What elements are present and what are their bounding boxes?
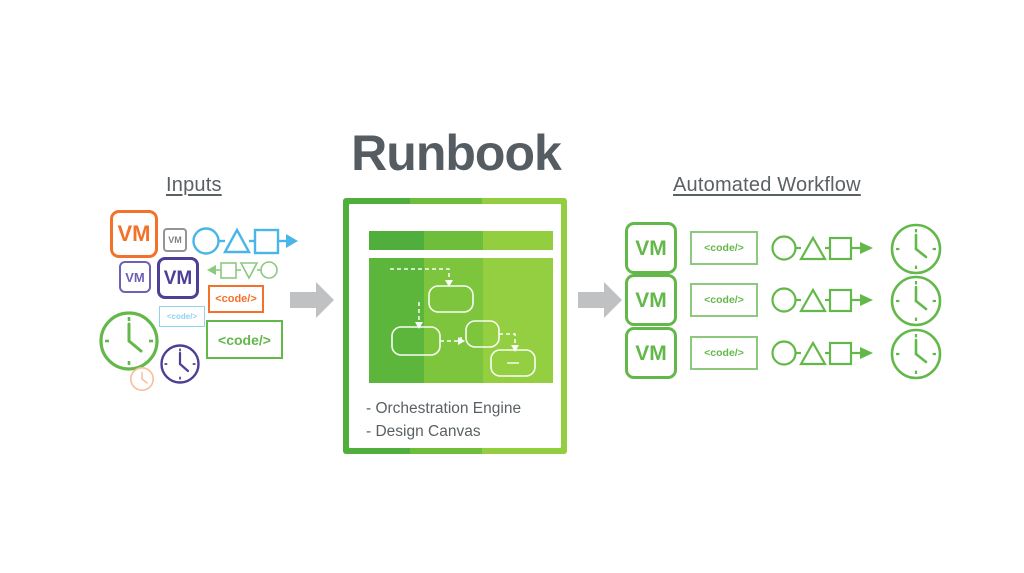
vm-box-green: VM bbox=[625, 274, 677, 326]
clock-icon-green bbox=[890, 275, 942, 327]
clock-icon-green bbox=[890, 328, 942, 380]
flow-shapes-green-icon bbox=[771, 235, 873, 261]
workflow-row-3: VM <code/> bbox=[625, 327, 942, 385]
automated-workflow-cluster: VM <code/> VM <code/> VM <code/> bbox=[0, 0, 1024, 573]
code-box-green: <code/> bbox=[690, 283, 758, 317]
workflow-row-1: VM <code/> bbox=[625, 222, 942, 280]
code-label: <code/> bbox=[704, 293, 744, 306]
vm-box-green: VM bbox=[625, 222, 677, 274]
diagram-canvas: Inputs Runbook Automated Workflow VM VM … bbox=[0, 0, 1024, 573]
code-box-green: <code/> bbox=[690, 231, 758, 265]
vm-label: VM bbox=[635, 341, 667, 365]
code-label: <code/> bbox=[704, 346, 744, 359]
flow-shapes-green-icon bbox=[771, 287, 873, 313]
code-label: <code/> bbox=[704, 241, 744, 254]
vm-label: VM bbox=[635, 236, 667, 260]
vm-label: VM bbox=[635, 288, 667, 312]
workflow-row-2: VM <code/> bbox=[625, 274, 942, 332]
vm-box-green: VM bbox=[625, 327, 677, 379]
flow-shapes-green-icon bbox=[771, 340, 873, 366]
code-box-green: <code/> bbox=[690, 336, 758, 370]
clock-icon-green bbox=[890, 223, 942, 275]
